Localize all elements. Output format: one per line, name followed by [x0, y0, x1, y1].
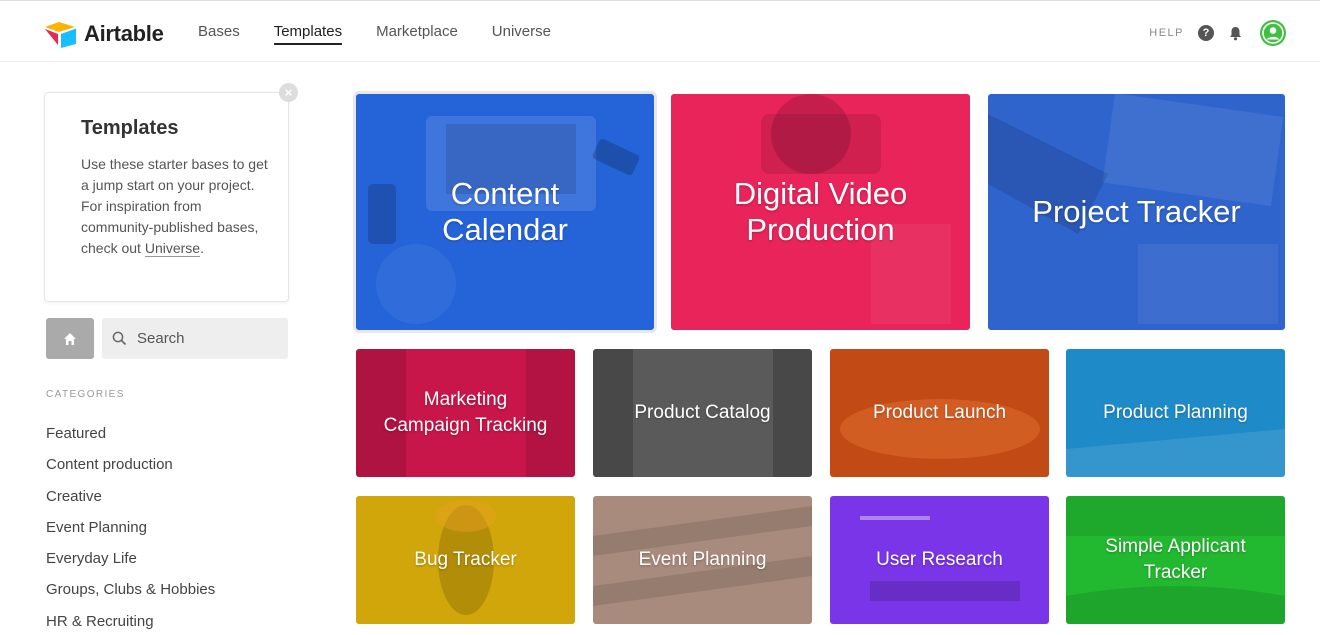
template-label: Marketing Campaign Tracking: [383, 389, 548, 436]
template-label: Content Calendar: [442, 176, 568, 247]
nav-templates[interactable]: Templates: [273, 23, 343, 45]
universe-link[interactable]: Universe: [144, 240, 201, 257]
intro-suffix: .: [200, 240, 204, 256]
template-content-calendar[interactable]: Content Calendar: [356, 94, 654, 330]
search-icon: [112, 331, 127, 346]
airtable-logo-icon: [45, 22, 76, 48]
category-groups-clubs-hobbies[interactable]: Groups, Clubs & Hobbies: [46, 580, 215, 611]
home-icon: [64, 332, 76, 345]
template-label: Digital Video Production: [733, 176, 908, 247]
template-user-research[interactable]: User Research: [830, 496, 1049, 624]
category-content-production[interactable]: Content production: [46, 455, 215, 486]
category-featured[interactable]: Featured: [46, 424, 215, 455]
header-tools: HELP ?: [1149, 20, 1286, 46]
template-project-tracker[interactable]: Project Tracker: [988, 94, 1285, 330]
template-product-launch[interactable]: Product Launch: [830, 349, 1049, 477]
nav-bases[interactable]: Bases: [198, 23, 240, 45]
template-simple-applicant-tracker[interactable]: Simple Applicant Tracker: [1066, 496, 1285, 624]
nav-marketplace[interactable]: Marketplace: [376, 23, 458, 45]
template-product-catalog[interactable]: Product Catalog: [593, 349, 812, 477]
categories-heading: CATEGORIES: [46, 389, 125, 400]
template-label: Bug Tracker: [414, 549, 517, 570]
category-creative[interactable]: Creative: [46, 487, 215, 518]
template-bug-tracker[interactable]: Bug Tracker: [356, 496, 575, 624]
brand-name: Airtable: [84, 21, 164, 46]
category-everyday-life[interactable]: Everyday Life: [46, 549, 215, 580]
main-nav: Bases Templates Marketplace Universe: [198, 23, 551, 45]
intro-description: Use these starter bases to get a jump st…: [81, 154, 271, 259]
question-circle-icon[interactable]: ?: [1198, 25, 1214, 41]
top-nav-bar: Airtable Bases Templates Marketplace Uni…: [0, 0, 1320, 62]
category-event-planning[interactable]: Event Planning: [46, 518, 215, 549]
template-event-planning[interactable]: Event Planning: [593, 496, 812, 624]
template-label: Project Tracker: [1032, 194, 1241, 229]
help-link[interactable]: HELP: [1149, 27, 1184, 39]
template-label: Product Catalog: [634, 402, 771, 423]
search-input[interactable]: Search: [102, 318, 288, 359]
category-hr-recruiting[interactable]: HR & Recruiting: [46, 612, 215, 635]
search-placeholder: Search: [137, 330, 185, 347]
template-product-planning[interactable]: Product Planning: [1066, 349, 1285, 477]
template-label: Event Planning: [638, 549, 767, 570]
template-label: User Research: [876, 549, 1003, 570]
user-avatar-icon[interactable]: [1260, 20, 1286, 46]
intro-title: Templates: [81, 117, 179, 139]
bell-icon[interactable]: [1228, 25, 1242, 41]
home-button[interactable]: [46, 318, 94, 359]
template-marketing-campaign-tracking[interactable]: Marketing Campaign Tracking: [356, 349, 575, 477]
nav-universe[interactable]: Universe: [492, 23, 551, 45]
template-digital-video-production[interactable]: Digital Video Production: [671, 94, 970, 330]
templates-intro-card: Templates Use these starter bases to get…: [44, 92, 289, 302]
template-label: Simple Applicant Tracker: [1105, 536, 1246, 583]
category-list: Featured Content production Creative Eve…: [46, 424, 215, 635]
airtable-logo[interactable]: Airtable: [44, 19, 164, 49]
template-label: Product Planning: [1103, 402, 1248, 423]
template-label: Product Launch: [872, 402, 1007, 423]
close-icon[interactable]: ×: [279, 83, 298, 102]
